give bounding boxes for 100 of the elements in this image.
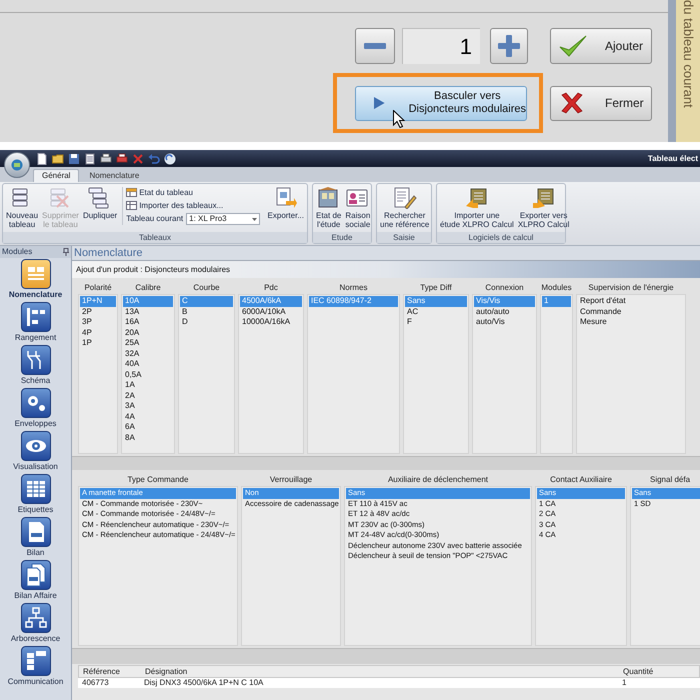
cursor-icon [393,110,405,128]
circuit-icon [20,345,50,375]
column-header: Auxiliaire de déclenchement [386,474,490,486]
table-cell-text: Disj DNX3 4500/6kA 1P+N C 10A [143,678,264,688]
save-icon[interactable] [68,152,80,164]
undo-icon[interactable] [148,152,160,164]
list-item[interactable]: 3P [80,317,116,328]
module-item[interactable]: Nomenclature [0,258,71,301]
list-item[interactable]: 25A [123,338,173,348]
module-item[interactable]: Bilan Affaire [0,559,71,602]
column-header: Calibre [134,282,162,294]
table-header-cell[interactable]: Quantité [619,666,675,677]
module-item[interactable]: Communication [0,645,71,688]
folder-icon[interactable] [52,152,64,164]
list-item[interactable]: AC [405,306,467,317]
column-header: Verrouillage [268,474,314,486]
ribbon-tab[interactable]: Nomenclature [81,169,148,182]
module-item[interactable]: Schéma [0,344,71,387]
close-button[interactable]: Fermer [550,86,652,120]
delete-icon[interactable] [132,152,144,164]
column-header: Polarité [83,282,113,294]
column-header: Signal défa [648,474,692,486]
printer-icon[interactable] [100,152,112,164]
quantity-field[interactable]: 1 [402,28,480,64]
column-header: Courbe [192,282,221,294]
list-item[interactable]: 2A [123,390,173,401]
side-tab-label[interactable]: du tableau courant [678,0,698,142]
list-item[interactable]: Report d'état [578,296,684,306]
column-header: Supervision de l'énergie [587,282,675,294]
module-item[interactable]: Enveloppes [0,387,71,430]
module-item[interactable]: Etiquettes [0,473,71,516]
grid-icon [20,259,50,289]
module-item[interactable]: Arborescence [0,602,71,645]
list-item[interactable]: 4A [123,412,173,422]
ribbon-button[interactable]: Exporter... [266,187,305,220]
column-header: Contact Auxiliaire [549,474,613,486]
ribbon-button[interactable]: Nouveau tableau [5,187,40,229]
list-item[interactable]: 4P [80,328,116,338]
list-item[interactable]: 8A [123,432,173,443]
ribbon-tab[interactable]: Général [33,169,80,182]
table-icon [20,474,50,504]
module-item[interactable]: Rangement [0,301,71,344]
switch-button[interactable]: Basculer vers Disjoncteurs modulaires [355,86,527,120]
module-item[interactable]: Visualisation [0,430,71,473]
ribbon-button[interactable]: Etat du tableau [126,187,260,198]
ribbon-button[interactable]: Importer des tableaux... [126,200,260,211]
printer-icon[interactable] [116,152,128,164]
table-header-cell[interactable]: Désignation [141,666,619,677]
column-header: Normes [338,282,368,294]
list-item[interactable]: 13A [123,306,173,317]
table-icon [126,187,138,198]
list-item[interactable]: F [405,317,467,328]
eye-icon [20,431,50,461]
list-item[interactable]: D [180,317,233,328]
redo-icon[interactable] [164,152,176,164]
ribbon-button[interactable]: Importer une étude XLPRO Calcul [439,187,515,229]
ribbon-button[interactable]: Raison sociale [344,187,372,229]
list-item[interactable]: 0,5A [123,370,173,380]
ribbon-button[interactable]: Rechercher une référence [379,187,430,229]
column-header: Modules [540,282,573,294]
ribbon-button[interactable]: Dupliquer [82,187,118,220]
list-item[interactable]: 6A [123,422,173,432]
list-item[interactable]: 1A [123,380,173,390]
minus-button[interactable] [355,28,395,64]
ribbon-button[interactable]: Exporter vers XLPRO Calcul [516,187,570,229]
app-logo-icon [11,159,23,171]
module-item[interactable]: Bilan [0,516,71,559]
pin-icon[interactable] [63,248,69,256]
table-dropdown[interactable]: 1: XL Pro3 [186,213,260,225]
plus-button[interactable] [490,28,528,64]
panel-title: Ajout d'un produit : Disjoncteurs modulaires [76,264,230,276]
document-pencil-icon [392,187,417,209]
export-box-icon [532,187,556,209]
list-item[interactable]: B [180,306,233,317]
list-item[interactable]: 6000A/10kA [240,306,302,317]
list-item[interactable]: 40A [123,359,173,370]
ribbon-button[interactable]: Etat de l'étude [315,187,342,229]
server-icon [20,646,50,676]
table-cell-text: 1 [621,678,628,688]
list-item[interactable]: 10000A/16kA [240,317,302,328]
list-item[interactable]: 32A [123,348,173,359]
list-item[interactable]: auto/Vis [474,317,535,328]
list-item[interactable]: 16A [123,317,173,328]
combo-label: Tableau courant [126,213,184,225]
document-icon[interactable] [84,152,96,164]
list-item[interactable]: 3A [123,401,173,412]
list-item[interactable]: 1P [80,338,116,348]
table-header-cell[interactable]: Référence [79,666,141,677]
play-icon [374,95,385,111]
group-label: Logiciels de calcul [437,232,565,243]
add-button[interactable]: Ajouter [550,28,652,64]
list-item[interactable]: auto/auto [474,306,535,317]
list-item[interactable]: 2P [80,306,116,317]
layout-icon [20,302,50,332]
list-item[interactable]: Commande [578,306,684,317]
document-icon [20,517,50,547]
new-document-icon[interactable] [36,152,48,164]
list-item[interactable]: 20A [123,328,173,338]
list-item[interactable]: Mesure [578,317,684,328]
app-menu-button[interactable] [4,152,30,178]
